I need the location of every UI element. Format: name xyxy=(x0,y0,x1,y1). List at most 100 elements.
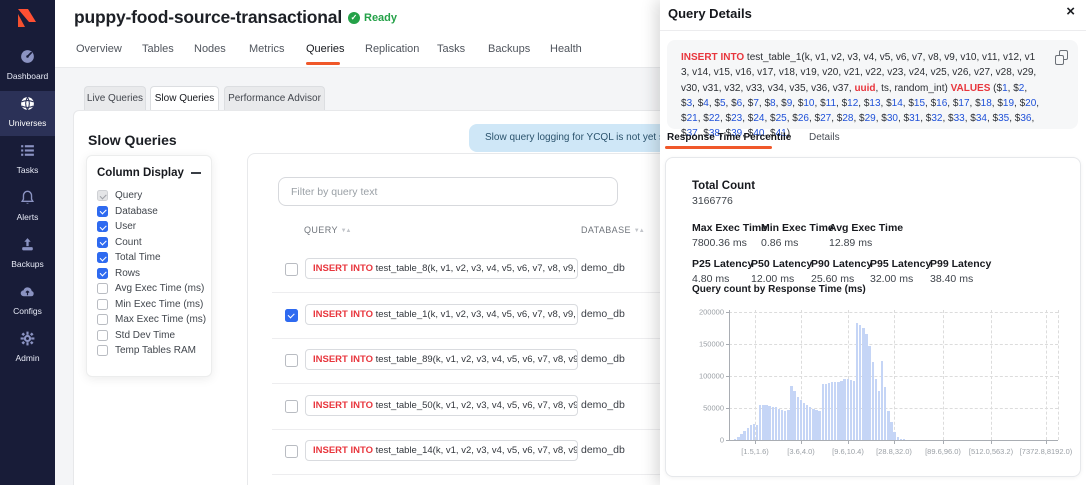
sidebar-item-tasks[interactable]: Tasks xyxy=(0,138,55,183)
status-text: Ready xyxy=(364,12,397,24)
tab-health[interactable]: Health xyxy=(550,43,582,55)
tasks-icon xyxy=(19,146,36,163)
histogram-bar xyxy=(753,424,755,440)
tab-replication[interactable]: Replication xyxy=(365,43,419,55)
panel-tab-details[interactable]: Details xyxy=(809,132,840,143)
checkbox[interactable] xyxy=(97,345,108,356)
column-option-temp-tables-ram: Temp Tables RAM xyxy=(97,343,201,359)
subtab-slow-queries[interactable]: Slow Queries xyxy=(150,86,219,110)
sidebar-item-dashboard[interactable]: Dashboard xyxy=(0,44,55,89)
column-option-min-exec-time-ms-: Min Exec Time (ms) xyxy=(97,297,201,313)
gridline xyxy=(1058,310,1059,440)
row-checkbox[interactable] xyxy=(285,400,298,413)
tab-tasks[interactable]: Tasks xyxy=(437,43,465,55)
histogram-bar xyxy=(747,428,749,440)
histogram-bar xyxy=(778,409,780,440)
column-option-rows: Rows xyxy=(97,266,201,282)
histogram-bar xyxy=(890,422,892,440)
response-time-histogram: 050000100000150000200000[1.5,1.6)[3.6,4.… xyxy=(666,158,1082,478)
histogram-bar xyxy=(884,387,886,440)
sidebar-item-universes[interactable]: Universes xyxy=(0,91,55,136)
sidebar: Dashboard Universes Tasks Alerts Backups Conf… xyxy=(0,0,55,485)
histogram-bar xyxy=(790,386,792,440)
database-cell: demo_db xyxy=(581,308,625,320)
query-details-panel: Query Details × INSERT INTO test_table_1… xyxy=(660,0,1086,485)
sidebar-item-admin[interactable]: Admin xyxy=(0,326,55,371)
tab-queries[interactable]: Queries xyxy=(306,43,345,55)
panel-tab-response-time-percentile[interactable]: Response Time Percentile xyxy=(667,132,791,143)
query-filter-input[interactable] xyxy=(278,177,618,206)
close-icon[interactable]: × xyxy=(1066,3,1075,20)
sidebar-item-alerts[interactable]: Alerts xyxy=(0,185,55,230)
sidebar-item-configs[interactable]: Configs xyxy=(0,279,55,324)
active-tab-underline xyxy=(306,62,340,65)
cloud-icon xyxy=(19,287,36,304)
x-tick-label: [28.8,32.0) xyxy=(876,447,912,456)
database-cell: demo_db xyxy=(581,444,625,456)
query-text-chip[interactable]: INSERT INTO test_table_1(k, v1, v2, v3, … xyxy=(305,304,578,325)
column-option-query: Query xyxy=(97,188,201,204)
divider xyxy=(660,30,1086,31)
histogram-bar xyxy=(787,410,789,440)
histogram-bar xyxy=(875,379,877,440)
histogram-bar xyxy=(837,382,839,440)
tab-tables[interactable]: Tables xyxy=(142,43,174,55)
column-option-max-exec-time-ms-: Max Exec Time (ms) xyxy=(97,312,201,328)
query-text-chip[interactable]: INSERT INTO test_table_14(k, v1, v2, v3,… xyxy=(305,440,578,461)
histogram-bar xyxy=(809,407,811,440)
sort-icon[interactable]: ▼▲ xyxy=(341,228,351,234)
row-checkbox[interactable] xyxy=(285,263,298,276)
checkbox[interactable] xyxy=(97,330,108,341)
checkbox-label: Query xyxy=(115,190,142,201)
sidebar-item-label: Tasks xyxy=(0,165,55,175)
sidebar-item-label: Dashboard xyxy=(0,71,55,81)
query-text-chip[interactable]: INSERT INTO test_table_89(k, v1, v2, v3,… xyxy=(305,349,578,370)
checkbox-label: Count xyxy=(115,237,142,248)
checkbox[interactable] xyxy=(97,237,108,248)
checkbox-label: Avg Exec Time (ms) xyxy=(115,283,204,294)
column-header-query[interactable]: QUERY ▼▲ xyxy=(304,225,350,235)
row-checkbox[interactable] xyxy=(285,354,298,367)
histogram-bar xyxy=(803,403,805,440)
row-checkbox[interactable] xyxy=(285,445,298,458)
subtab-performance-advisor[interactable]: Performance Advisor xyxy=(224,86,325,110)
checkbox[interactable] xyxy=(97,221,108,232)
gear-icon xyxy=(19,334,36,351)
panel-title: Query Details xyxy=(668,6,752,21)
checkbox[interactable] xyxy=(97,206,108,217)
histogram-bar xyxy=(847,379,849,440)
x-tick-label: [89.6,96.0) xyxy=(925,447,961,456)
histogram-bar xyxy=(887,411,889,440)
tab-backups[interactable]: Backups xyxy=(488,43,530,55)
row-checkbox[interactable] xyxy=(285,309,298,322)
tab-nodes[interactable]: Nodes xyxy=(194,43,226,55)
query-text-chip[interactable]: INSERT INTO test_table_8(k, v1, v2, v3, … xyxy=(305,258,578,279)
column-header-database[interactable]: DATABASE ▼▲ xyxy=(581,225,644,235)
checkbox[interactable] xyxy=(97,283,108,294)
histogram-bar xyxy=(759,405,761,440)
response-time-card: Total Count 3166776 Max Exec Time7800.36… xyxy=(665,157,1081,477)
sort-icon[interactable]: ▼▲ xyxy=(634,228,644,234)
checkbox[interactable] xyxy=(97,268,108,279)
checkbox[interactable] xyxy=(97,314,108,325)
sidebar-item-backups[interactable]: Backups xyxy=(0,232,55,277)
column-display-title: Column Display xyxy=(97,167,184,179)
status-badge: ✓ Ready xyxy=(348,12,397,24)
yugabyte-logo-icon[interactable] xyxy=(14,6,40,37)
y-tick-label: 150000 xyxy=(684,340,724,349)
tab-overview[interactable]: Overview xyxy=(76,43,122,55)
histogram-bar xyxy=(762,405,764,440)
tab-metrics[interactable]: Metrics xyxy=(249,43,284,55)
query-text-chip[interactable]: INSERT INTO test_table_50(k, v1, v2, v3,… xyxy=(305,395,578,416)
gridline xyxy=(943,310,944,440)
histogram-bar xyxy=(878,391,880,440)
checkbox[interactable] xyxy=(97,252,108,263)
subtab-live-queries[interactable]: Live Queries xyxy=(84,86,146,110)
sql-statement-box: INSERT INTO test_table_1(k, v1, v2, v3, … xyxy=(667,40,1078,129)
sidebar-item-label: Backups xyxy=(0,259,55,269)
column-option-std-dev-time: Std Dev Time xyxy=(97,328,201,344)
copy-icon[interactable] xyxy=(1055,50,1068,65)
histogram-bar xyxy=(784,411,786,440)
collapse-icon[interactable] xyxy=(191,172,201,174)
checkbox[interactable] xyxy=(97,299,108,310)
